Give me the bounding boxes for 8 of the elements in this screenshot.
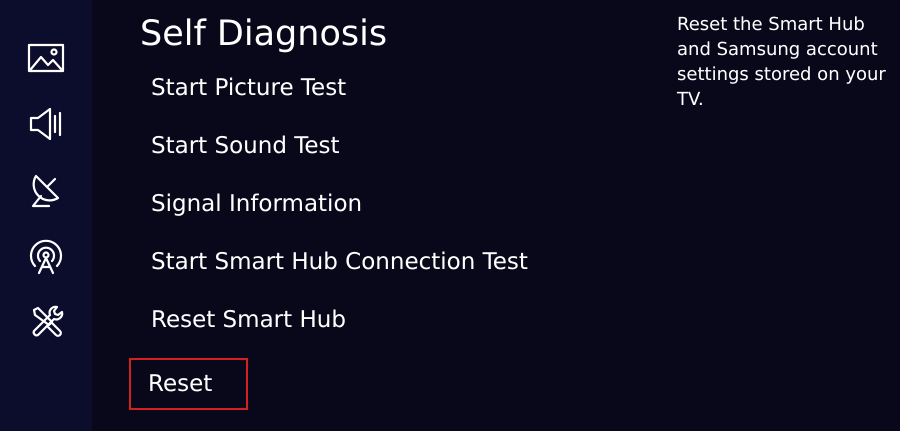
menu-item[interactable]: Start Smart Hub Connection Test [140,246,544,274]
menu-item[interactable]: Reset Smart Hub [140,304,362,332]
menu-item[interactable]: Signal Information [140,188,378,216]
description-text: Reset the Smart Hub and Samsung account settings stored on your TV. [677,13,887,112]
menu-title: Self Diagnosis [140,13,388,56]
menu-item[interactable]: Start Picture Test [140,72,362,100]
menu-item[interactable]: Start Sound Test [140,130,356,158]
menu-item[interactable]: Reset [129,358,248,410]
